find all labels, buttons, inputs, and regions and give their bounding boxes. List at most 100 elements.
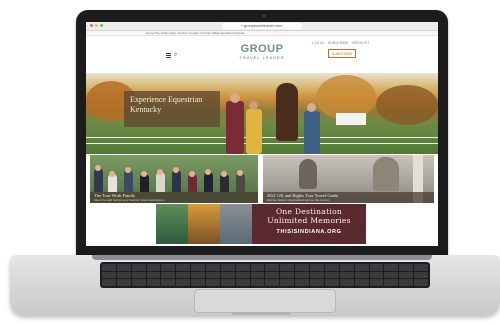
menu-icon[interactable] — [166, 53, 171, 58]
card-person-head — [237, 170, 243, 176]
keyboard-key — [206, 271, 220, 279]
card-person-head — [205, 169, 211, 175]
browser-address-bar[interactable]: r.grouptraveleader.com — [86, 22, 438, 31]
header-links: LOG IN SUBSCRIBE MEDIA KIT — [312, 41, 369, 45]
laptop-front-notch — [232, 312, 290, 315]
keyboard-key — [295, 279, 310, 286]
ad-url[interactable]: THISISINDIANA.ORG — [252, 229, 366, 235]
indiana-ad[interactable]: One Destination Unlimited Memories THISI… — [156, 202, 366, 246]
story-card[interactable]: 2021 UK and Rights Tour Travel Guide Exp… — [263, 155, 434, 203]
keyboard-key — [354, 271, 369, 279]
keyboard-key — [265, 271, 280, 279]
hero-barn — [336, 113, 366, 125]
card-person-head — [157, 169, 163, 175]
keyboard-key — [131, 264, 146, 271]
keyboard-key — [265, 279, 280, 286]
keyboard-key — [265, 264, 280, 271]
card-statue — [373, 157, 399, 191]
ad-photo-person — [156, 204, 188, 244]
bookmarks-bar[interactable]: Home The Globe Daily Outdoor Google YouT… — [86, 31, 438, 36]
keyboard-key — [191, 279, 206, 286]
keyboard-key — [250, 279, 265, 286]
keyboard-key — [116, 264, 131, 271]
keyboard-key — [280, 264, 295, 271]
keyboard-key — [161, 279, 176, 286]
login-link[interactable]: LOG IN — [312, 41, 324, 45]
keyboard-key — [324, 264, 339, 271]
card-person — [124, 170, 133, 192]
card-person-head — [141, 171, 147, 177]
search-icon[interactable]: ⌕ — [174, 52, 177, 58]
maximize-icon[interactable] — [100, 24, 103, 27]
card-person — [172, 170, 181, 192]
keyboard-key — [176, 279, 191, 286]
keyboard-key — [191, 271, 206, 279]
keyboard-key — [146, 264, 161, 271]
keyboard-key — [102, 264, 116, 271]
keyboard-key — [131, 271, 146, 279]
keyboard-key — [369, 279, 384, 286]
keyboard-key — [146, 279, 161, 286]
keyboard-key — [250, 271, 265, 279]
card-person-head — [109, 171, 115, 177]
ad-headline-2: Unlimited Memories — [267, 216, 351, 225]
minimize-icon[interactable] — [95, 24, 98, 27]
keyboard-key — [102, 279, 116, 286]
keyboard-key — [324, 271, 339, 279]
keyboard-key — [250, 264, 265, 271]
laptop-screen: r.grouptraveleader.com Home The Globe Da… — [86, 22, 438, 246]
hero-horse — [276, 83, 298, 141]
keyboard-key — [295, 264, 310, 271]
card-person-head — [125, 167, 131, 173]
window-controls — [90, 24, 103, 27]
laptop-keyboard — [100, 262, 430, 288]
hero-caption-box[interactable]: Experience Equestrian Kentucky — [124, 91, 220, 127]
keyboard-key — [102, 271, 116, 279]
media-kit-link[interactable]: MEDIA KIT — [352, 41, 369, 45]
card-statue — [299, 159, 317, 189]
hero-banner[interactable]: Experience Equestrian Kentucky — [86, 73, 438, 154]
keyboard-key — [220, 264, 235, 271]
story-card[interactable]: The Tour Work Family Meet the staff behi… — [90, 155, 258, 203]
keyboard-key — [206, 264, 220, 271]
keyboard-key — [369, 271, 384, 279]
hero-person — [304, 111, 320, 154]
laptop-hinge — [92, 255, 432, 260]
hero-title[interactable]: Experience Equestrian Kentucky — [130, 95, 218, 115]
ad-headline-1: One Destination — [275, 207, 343, 216]
keyboard-key — [414, 271, 428, 279]
keyboard-key — [414, 264, 428, 271]
keyboard-key — [399, 271, 414, 279]
laptop-trackpad[interactable] — [194, 289, 336, 313]
card-person-head — [95, 165, 101, 171]
card-person — [94, 168, 103, 192]
keyboard-key — [384, 271, 399, 279]
keyboard-key — [310, 279, 324, 286]
keyboard-key — [235, 271, 250, 279]
keyboard-key — [310, 264, 324, 271]
keyboard-key — [116, 271, 131, 279]
keyboard-key — [384, 279, 399, 286]
keyboard-key — [161, 271, 176, 279]
site-header: ⌕ GROUP TRAVEL LEADER LOG IN SUBSCRIBE M… — [86, 37, 438, 73]
keyboard-key — [176, 264, 191, 271]
keyboard-key — [354, 264, 369, 271]
subscribe-link[interactable]: SUBSCRIBE — [328, 41, 348, 45]
url-text[interactable]: r.grouptraveleader.com — [221, 23, 303, 29]
keyboard-key — [339, 264, 354, 271]
card-person-head — [221, 171, 227, 177]
keyboard-key — [116, 279, 131, 286]
keyboard-key — [324, 279, 339, 286]
card-subtitle: Meet the staff behind your favorite trav… — [94, 198, 165, 202]
keyboard-key — [414, 279, 428, 286]
keyboard-key — [191, 264, 206, 271]
ad-text-box[interactable]: One Destination Unlimited Memories THISI… — [252, 204, 366, 244]
hero-person — [226, 101, 244, 154]
close-icon[interactable] — [90, 24, 93, 27]
keyboard-key — [339, 279, 354, 286]
keyboard-key — [131, 279, 146, 286]
ad-photo-forest — [188, 204, 220, 244]
site-logo[interactable]: GROUP TRAVEL LEADER — [226, 44, 298, 61]
subscribe-button[interactable]: SUBSCRIBE — [328, 49, 356, 58]
keyboard-key — [235, 264, 250, 271]
